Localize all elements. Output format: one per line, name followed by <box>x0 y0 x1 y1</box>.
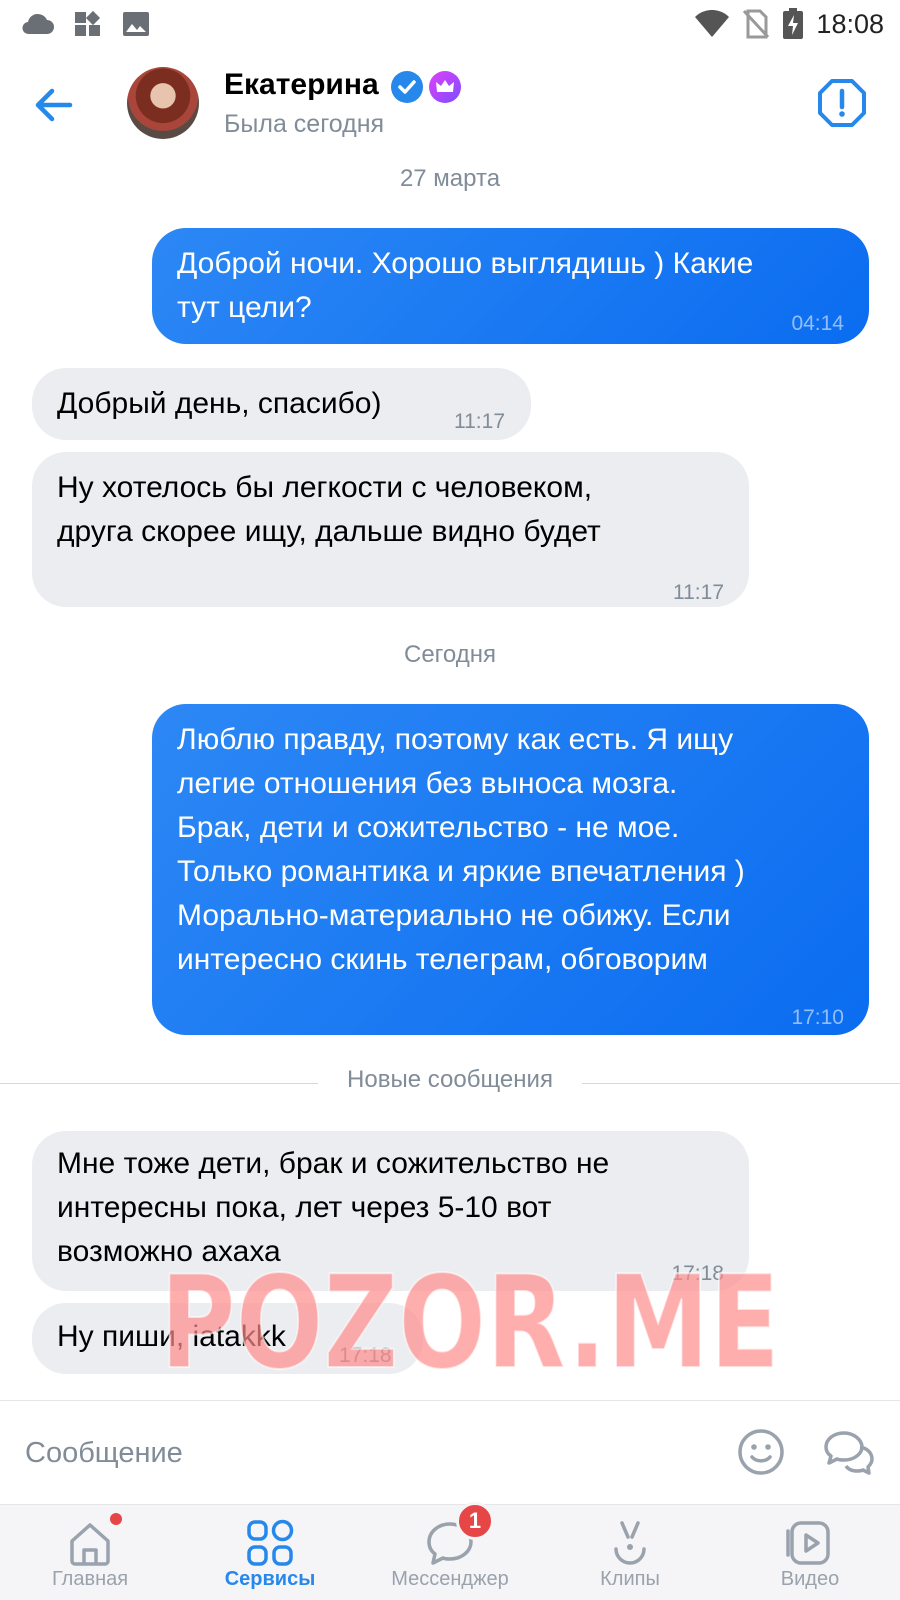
date-separator: 27 марта <box>399 165 501 192</box>
message-bubble-outgoing[interactable]: Доброй ночи. Хорошо выглядишь ) Какие ту… <box>152 228 869 344</box>
message-input[interactable]: Сообщение <box>25 1437 183 1470</box>
message-time: 11:17 <box>454 410 505 433</box>
message-bubble-incoming[interactable]: Ну хотелось бы легкости с человеком, дру… <box>32 452 749 607</box>
verified-icon <box>391 71 423 103</box>
alert-icon <box>818 79 866 127</box>
message-time: 04:14 <box>791 312 844 335</box>
message-bubble-incoming[interactable]: Ну пиши, iatakkk 17:18 <box>32 1303 423 1374</box>
tab-messenger[interactable]: 1 Мессенджер <box>360 1502 540 1600</box>
report-button[interactable] <box>816 77 868 129</box>
message-composer: Сообщение <box>0 1400 900 1504</box>
status-bar: 18:08 <box>0 0 900 50</box>
message-time: 11:17 <box>673 581 724 604</box>
apps-icon <box>74 10 102 38</box>
home-icon <box>70 1523 110 1566</box>
chat-header: Екатерина Была сегодня <box>0 55 900 155</box>
image-icon <box>122 11 150 37</box>
message-bubble-outgoing[interactable]: Люблю правду, поэтому как есть. Я ищу ле… <box>152 704 869 1035</box>
tab-label: Мессенджер <box>391 1568 509 1590</box>
date-separator: Сегодня <box>404 641 496 668</box>
contact-name[interactable]: Екатерина <box>224 68 379 102</box>
back-arrow-icon <box>35 88 73 122</box>
avatar[interactable] <box>127 67 199 139</box>
services-icon <box>247 1519 294 1566</box>
wifi-icon <box>694 10 730 38</box>
tab-label: Клипы <box>600 1568 660 1590</box>
contact-status: Была сегодня <box>224 110 385 138</box>
emoji-button[interactable] <box>736 1427 786 1477</box>
message-text: Мне тоже дети, брак и сожительство не ин… <box>57 1147 610 1268</box>
voice-message-button[interactable] <box>822 1427 876 1477</box>
bottom-navigation: Главная Сервисы 1 Мессенджер Клипы Видео <box>0 1502 900 1600</box>
new-messages-separator: Новые сообщения <box>0 1066 900 1096</box>
divider <box>582 1083 900 1084</box>
no-sim-icon <box>742 9 770 39</box>
clips-icon <box>614 1521 646 1565</box>
tab-video[interactable]: Видео <box>720 1505 900 1600</box>
video-icon <box>786 1521 830 1565</box>
tab-services[interactable]: Сервисы <box>180 1505 360 1600</box>
message-text: Доброй ночи. Хорошо выглядишь ) Какие ту… <box>177 247 754 324</box>
message-text: Люблю правду, поэтому как есть. Я ищу ле… <box>177 723 745 976</box>
tab-label: Сервисы <box>224 1568 316 1590</box>
message-text: Ну пиши, iatakkk <box>57 1320 286 1353</box>
message-time: 17:18 <box>671 1262 724 1285</box>
tab-label: Главная <box>51 1568 129 1590</box>
back-button[interactable] <box>30 83 80 127</box>
message-bubble-incoming[interactable]: Мне тоже дети, брак и сожительство не ин… <box>32 1131 749 1291</box>
crown-icon <box>429 71 461 103</box>
message-bubble-incoming[interactable]: Добрый день, спасибо) 11:17 <box>32 368 531 440</box>
message-text: Ну хотелось бы легкости с человеком, дру… <box>57 471 601 548</box>
message-time: 17:10 <box>791 1006 844 1029</box>
cloud-icon <box>20 13 54 35</box>
message-text: Добрый день, спасибо) <box>57 387 382 420</box>
tab-clips[interactable]: Клипы <box>540 1505 720 1600</box>
notification-dot <box>110 1513 122 1525</box>
message-time: 17:18 <box>339 1344 392 1367</box>
tab-home[interactable]: Главная <box>0 1505 180 1600</box>
unread-count-badge: 1 <box>456 1502 494 1540</box>
new-messages-label: Новые сообщения <box>347 1066 553 1093</box>
emoji-icon <box>738 1429 784 1475</box>
tab-label: Видео <box>780 1568 840 1590</box>
status-time: 18:08 <box>816 8 884 39</box>
battery-charging-icon <box>782 8 804 40</box>
voice-message-icon <box>824 1431 874 1475</box>
